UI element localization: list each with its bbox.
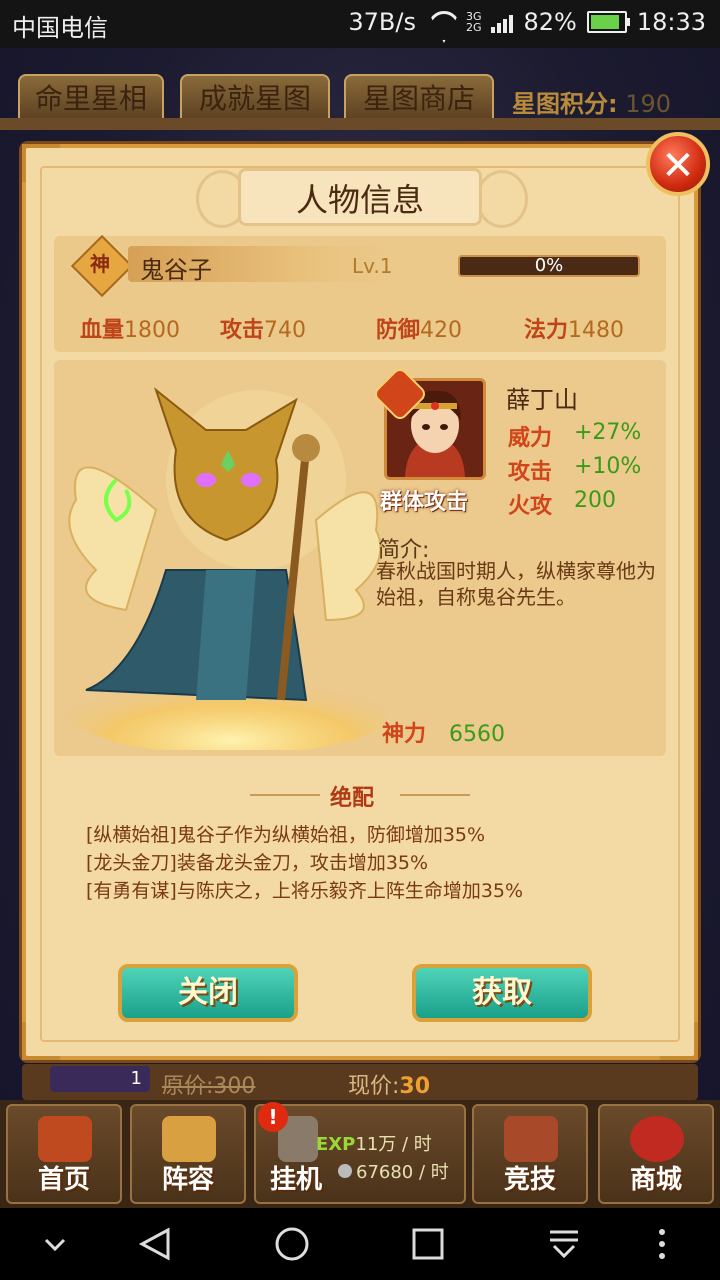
stat-defense-value: 420	[420, 318, 463, 343]
carrier-label: 中国电信	[12, 14, 108, 42]
idle-exp-rate: EXP11万 / 时	[316, 1130, 432, 1156]
divine-power-value: 6560	[449, 722, 506, 747]
home-icon[interactable]	[274, 1226, 310, 1262]
item-count: 1	[50, 1066, 150, 1092]
chevron-down-icon[interactable]	[42, 1236, 68, 1254]
get-button[interactable]: 获取	[412, 964, 592, 1022]
nav-shop[interactable]: 商城	[598, 1104, 714, 1204]
partner-buff: 火攻 200	[508, 488, 616, 520]
original-price-label: 原价:	[162, 1074, 214, 1099]
exp-progress-bar: 0%	[458, 255, 640, 277]
current-price-label: 现价:	[348, 1074, 400, 1099]
close-icon[interactable]: ✕	[646, 132, 710, 196]
nav-lineup-label: 阵容	[161, 1165, 214, 1195]
nav-arena-label: 竞技	[503, 1165, 556, 1195]
nav-lineup[interactable]: 阵容	[130, 1104, 246, 1204]
stat-hp-value: 1800	[124, 318, 181, 343]
nav-home[interactable]: 首页	[6, 1104, 122, 1204]
header-strip	[0, 118, 720, 130]
coin-icon	[338, 1164, 352, 1178]
divine-power-label: 神力	[382, 722, 427, 747]
combo-title: 绝配	[330, 786, 375, 811]
partner-skill-tag: 群体攻击	[380, 490, 469, 515]
star-score: 星图积分: 190	[512, 84, 671, 119]
buff-value: +10%	[574, 454, 642, 479]
partner-buff: 攻击 +10%	[508, 454, 641, 486]
dialog-title: 人物信息	[238, 168, 482, 226]
clock: 18:33	[636, 8, 706, 36]
stat-mana-label: 法力	[524, 318, 569, 343]
nav-arena[interactable]: 竞技	[472, 1104, 588, 1204]
exp-rate: 11万 / 时	[355, 1134, 432, 1155]
partner-buff: 威力 +27%	[508, 420, 641, 452]
intro-text: 春秋战国时期人，纵横家尊他为始祖，自称鬼谷先生。	[376, 559, 656, 609]
palace-icon	[38, 1116, 92, 1162]
divine-power: 神力 6560	[382, 716, 505, 748]
wifi-icon	[426, 11, 456, 33]
system-nav-bar	[0, 1208, 720, 1280]
recents-icon[interactable]	[410, 1226, 446, 1262]
corner-ornament	[660, 1022, 698, 1060]
corner-ornament	[22, 144, 60, 182]
tab-star-shop[interactable]: 星图商店	[344, 74, 494, 124]
buff-label: 火攻	[508, 494, 553, 519]
original-price: 原价:300	[162, 1068, 255, 1100]
stat-mana: 法力1480	[524, 312, 624, 344]
back-icon[interactable]	[138, 1226, 174, 1262]
nav-shop-label: 商城	[629, 1165, 682, 1195]
tab-achievement-star-map[interactable]: 成就星图	[180, 74, 330, 124]
buff-value: +27%	[574, 420, 642, 445]
battery-percent: 82%	[523, 8, 577, 36]
star-score-value: 190	[625, 90, 672, 118]
combo-line: [纵横始祖]鬼谷子作为纵横始祖，防御增加35%	[86, 824, 486, 846]
treasure-bag-icon	[630, 1116, 684, 1162]
star-score-label: 星图积分:	[512, 90, 618, 118]
buff-label: 攻击	[508, 460, 553, 485]
stat-hp-label: 血量	[80, 318, 125, 343]
character-level: Lv.1	[352, 254, 393, 278]
exp-percent: 0%	[534, 255, 564, 276]
close-button[interactable]: 关闭	[118, 964, 298, 1022]
tab-star-fate[interactable]: 命里星相	[18, 74, 164, 124]
character-name: 鬼谷子	[140, 256, 212, 284]
buff-value: 200	[574, 488, 616, 513]
divider	[250, 794, 320, 796]
battery-icon	[586, 11, 630, 33]
stat-attack: 攻击740	[220, 312, 306, 344]
network-type-bottom: 2G	[465, 21, 482, 34]
notification-pull-icon[interactable]	[546, 1226, 582, 1262]
current-price: 现价:30	[348, 1068, 430, 1100]
character-artwork	[61, 387, 386, 750]
signal-icon	[491, 11, 514, 33]
exp-label: EXP	[316, 1134, 356, 1155]
stat-mana-value: 1480	[568, 318, 625, 343]
buff-label: 威力	[508, 426, 553, 451]
shield-icon	[504, 1116, 558, 1162]
stat-defense-label: 防御	[376, 318, 421, 343]
price-bar: 1 原价:300 现价:30	[22, 1064, 698, 1100]
stat-hp: 血量1800	[80, 312, 180, 344]
original-price-value: 300	[213, 1074, 256, 1099]
status-bar: 中国电信 37B/s 3G 2G 82% 18:33	[0, 0, 720, 48]
idle-coin-rate: 67680 / 时	[338, 1158, 449, 1184]
god-rank-label: 神	[90, 252, 110, 276]
scroll-icon	[162, 1116, 216, 1162]
combo-line: [有勇有谋]与陈庆之，上将乐毅齐上阵生命增加35%	[86, 880, 524, 902]
current-price-value: 30	[399, 1074, 431, 1099]
stat-attack-value: 740	[264, 318, 307, 343]
divider	[400, 794, 470, 796]
tab-bar: 命里星相 成就星图 星图商店 星图积分: 190	[0, 70, 720, 124]
idle-rewards: EXP11万 / 时 67680 / 时	[258, 1104, 464, 1204]
combo-line: [龙头金刀]装备龙头金刀，攻击增加35%	[86, 852, 429, 874]
coin-rate: 67680 / 时	[356, 1162, 449, 1183]
nav-home-label: 首页	[37, 1165, 90, 1195]
more-icon[interactable]	[654, 1226, 670, 1262]
cloud-ornament	[476, 170, 528, 228]
stat-attack-label: 攻击	[220, 318, 265, 343]
partner-name: 薛丁山	[506, 386, 578, 414]
network-speed: 37B/s	[348, 8, 416, 36]
corner-ornament	[22, 1022, 60, 1060]
stat-defense: 防御420	[376, 312, 462, 344]
alert-badge: !	[258, 1102, 288, 1132]
